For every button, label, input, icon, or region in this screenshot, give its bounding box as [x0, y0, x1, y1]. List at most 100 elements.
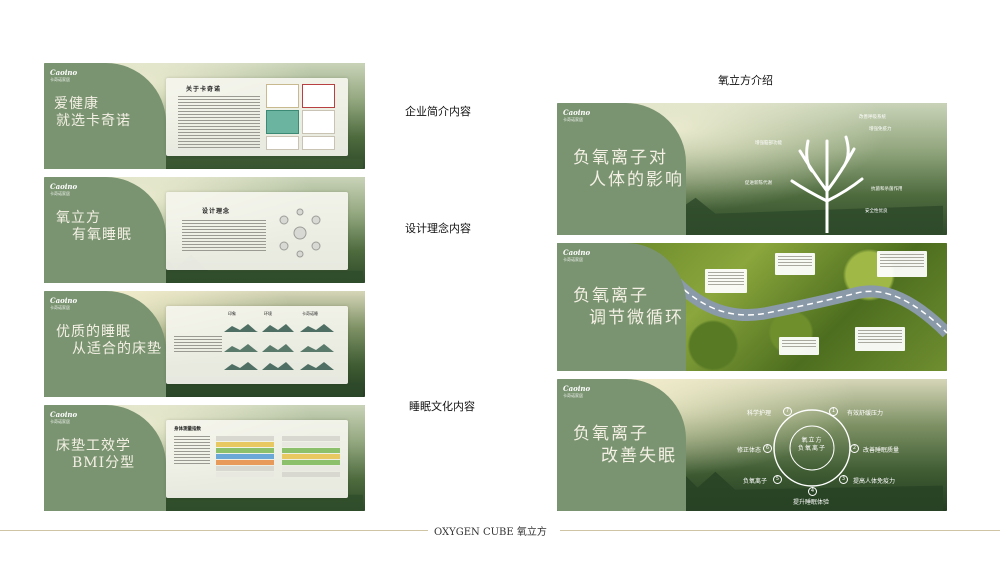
brand-name: Caoino	[563, 248, 591, 257]
sleep-culture-panel: Caoino 卡奇诺家居 优质的睡眠 从适合的床垫 印象 环境 卡奇诺睡	[44, 291, 365, 397]
title-line-2: 就选卡奇诺	[56, 113, 131, 129]
footer-text: OXYGEN CUBE 氧立方	[434, 527, 547, 538]
step-number: 6	[763, 444, 772, 453]
brand-sub: 卡奇诺家居	[50, 305, 70, 310]
step-number: 2	[850, 444, 859, 453]
title-line-1: 床垫工效学	[56, 438, 131, 454]
step-number: 7	[783, 407, 792, 416]
title-line-2: 改善失眠	[601, 446, 677, 466]
panel-title: 优质的睡眠 从适合的床垫	[56, 324, 162, 358]
certificate-image	[302, 136, 335, 150]
panel-title: 负氧离子 改善失眠	[573, 423, 677, 467]
label-design-concept: 设计理念内容	[405, 222, 471, 235]
info-box	[705, 269, 747, 293]
footer-line-left	[0, 530, 428, 531]
panel-title: 爱健康 就选卡奇诺	[54, 96, 131, 130]
footer-line-right	[560, 530, 1000, 531]
bmi-card: 身体测量指数	[166, 420, 348, 498]
cycle-center-label: 氧立方 负氧离子	[793, 437, 831, 453]
info-box	[877, 251, 927, 277]
brand-name: Caoino	[50, 182, 78, 191]
step-number: 5	[773, 475, 782, 484]
certificate-image	[266, 84, 299, 108]
certificate-image	[302, 110, 335, 134]
panel-title: 氧立方 有氧睡眠	[56, 210, 132, 244]
brand-sub: 卡奇诺家居	[563, 393, 583, 398]
title-line-1: 爱健康	[54, 96, 99, 112]
brand-logo: Caoino 卡奇诺家居	[563, 109, 590, 123]
panel-title: 负氧离子 调节微循环	[573, 285, 684, 329]
text-lines	[174, 336, 222, 354]
brand-name: Caoino	[50, 410, 78, 419]
title-line-2: 从适合的床垫	[72, 341, 162, 357]
label-sleep-culture: 睡眠文化内容	[409, 400, 475, 413]
title-line-1: 氧立方	[56, 210, 101, 226]
certificate-image	[266, 110, 299, 134]
info-box	[855, 327, 905, 351]
info-box	[775, 253, 815, 275]
callout-respiratory: 改善呼吸系统	[859, 115, 886, 120]
bmi-panel: Caoino 卡奇诺家居 床垫工效学 BMI分型 身体测量指数	[44, 405, 365, 511]
card-header: 印象	[228, 311, 236, 316]
title-line-1: 负氧离子	[573, 286, 649, 306]
brand-logo: Caoino 卡奇诺家居	[50, 411, 77, 425]
title-line-1: 负氧离子	[573, 424, 649, 444]
info-box	[779, 337, 819, 355]
step-number: 3	[839, 475, 848, 484]
brand-sub: 卡奇诺家居	[50, 77, 70, 82]
label-oxygen-intro: 氧立方介绍	[718, 74, 773, 87]
white-tree-graphic	[790, 135, 864, 233]
intro-card: 关于卡奇诺	[166, 78, 348, 156]
callout-antibacterial: 抗菌和杀菌作用	[871, 187, 903, 192]
step-label: 改善睡眠质量	[863, 447, 900, 454]
company-intro-panel: Caoino 卡奇诺家居 爱健康 就选卡奇诺 关于卡奇诺	[44, 63, 365, 169]
step-label: 有效舒缓压力	[847, 410, 884, 417]
step-label: 修正体态	[737, 447, 762, 454]
title-line-2: 人体的影响	[589, 170, 684, 190]
title-line-2: BMI分型	[72, 455, 136, 471]
brand-logo: Caoino 卡奇诺家居	[50, 297, 77, 311]
text-lines	[174, 436, 210, 466]
brand-sub: 卡奇诺家居	[50, 191, 70, 196]
certificate-image	[266, 136, 299, 150]
sleep-card: 印象 环境 卡奇诺睡	[166, 306, 348, 384]
brand-sub: 卡奇诺家居	[563, 257, 583, 262]
water-drops-graphic	[279, 208, 321, 258]
card-header: 卡奇诺睡	[302, 311, 318, 316]
step-label: 提升睡眠体验	[793, 499, 830, 506]
text-lines	[178, 96, 260, 150]
step-number: 4	[808, 487, 817, 496]
step-label: 负氧离子	[743, 478, 768, 485]
brand-name: Caoino	[563, 384, 591, 393]
card-header: 环境	[264, 311, 272, 316]
callout-safety: 安全性优良	[865, 209, 888, 214]
brand-name: Caoino	[50, 68, 78, 77]
card-title: 关于卡奇诺	[186, 86, 222, 93]
improve-insomnia-panel: Caoino 卡奇诺家居 负氧离子 改善失眠 氧立方 负氧离子 1 有效舒缓压力…	[557, 379, 947, 511]
brand-sub: 卡奇诺家居	[50, 419, 70, 424]
callout-immunity: 增强免疫力	[869, 127, 892, 132]
callout-brain: 增强脑部功能	[755, 141, 782, 146]
brand-sub: 卡奇诺家居	[563, 117, 583, 122]
step-label: 科学护理	[747, 410, 772, 417]
microcirculation-panel: Caoino 卡奇诺家居 负氧离子 调节微循环	[557, 243, 947, 371]
title-line-1: 负氧离子对	[573, 148, 668, 168]
brand-logo: Caoino 卡奇诺家居	[50, 69, 77, 83]
title-line-1: 优质的睡眠	[56, 324, 131, 340]
concept-card: 设计理念	[166, 192, 348, 270]
card-title: 设计理念	[202, 208, 231, 215]
panel-title: 负氧离子对 人体的影响	[573, 147, 684, 191]
callout-metabolism: 促进新陈代谢	[745, 181, 772, 186]
design-concept-panel: Caoino 卡奇诺家居 氧立方 有氧睡眠 设计理念	[44, 177, 365, 283]
step-label: 提高人体免疫力	[853, 478, 896, 485]
title-line-2: 调节微循环	[589, 308, 684, 328]
panel-title: 床垫工效学 BMI分型	[56, 438, 135, 472]
title-line-2: 有氧睡眠	[72, 227, 132, 243]
text-lines	[182, 220, 266, 253]
brand-logo: Caoino 卡奇诺家居	[50, 183, 77, 197]
brand-logo: Caoino 卡奇诺家居	[563, 249, 590, 263]
landscape-thumbnails	[224, 324, 334, 370]
brand-logo: Caoino 卡奇诺家居	[563, 385, 590, 399]
negative-ion-effects-panel: Caoino 卡奇诺家居 负氧离子对 人体的影响 改善呼吸系统 增强免疫力 增强…	[557, 103, 947, 235]
label-company-intro: 企业简介内容	[405, 105, 471, 118]
